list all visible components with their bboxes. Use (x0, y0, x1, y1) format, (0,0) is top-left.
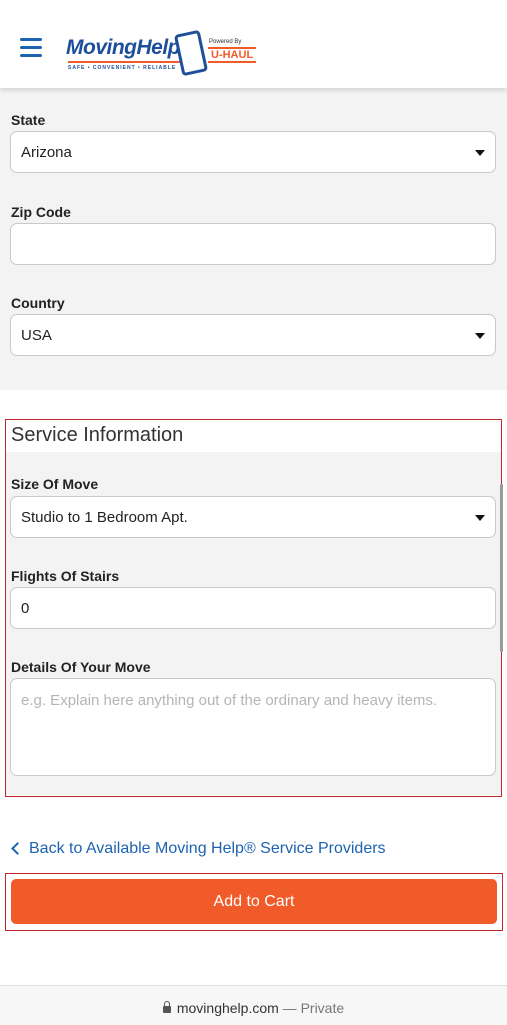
scrollbar[interactable] (500, 484, 503, 652)
chevron-down-icon (475, 333, 485, 339)
chevron-down-icon (475, 515, 485, 521)
size-of-move-label: Size Of Move (11, 476, 99, 492)
lock-icon (162, 1001, 171, 1013)
details-placeholder: e.g. Explain here anything out of the or… (21, 692, 438, 709)
country-select[interactable]: USA (10, 314, 496, 356)
flights-of-stairs-label: Flights Of Stairs (11, 568, 120, 584)
domain-text: movinghelp.com (176, 1000, 279, 1016)
phone-icon (173, 29, 209, 77)
logo-underline (68, 61, 186, 63)
chevron-left-icon[interactable] (11, 842, 24, 855)
browser-address-bar[interactable]: movinghelp.com — Private (0, 985, 507, 1025)
separator-text: — (282, 1000, 297, 1016)
state-label: State (11, 112, 46, 128)
site-header: MovingHelp SAFE • CONVENIENT • RELIABLE … (0, 0, 507, 88)
size-of-move-select[interactable]: Studio to 1 Bedroom Apt. (10, 496, 496, 538)
flights-of-stairs-value: 0 (21, 600, 30, 617)
size-of-move-value: Studio to 1 Bedroom Apt. (21, 509, 188, 526)
powered-by-text: Powered By (209, 39, 242, 45)
details-label: Details Of Your Move (11, 659, 151, 675)
zip-input[interactable] (10, 223, 496, 265)
address-content: movinghelp.com — Private (0, 1000, 507, 1016)
back-to-providers-link[interactable]: Back to Available Moving Help® Service P… (29, 840, 386, 858)
logo-text: MovingHelp (66, 36, 181, 59)
state-select[interactable]: Arizona (10, 131, 496, 173)
logo-tagline: SAFE • CONVENIENT • RELIABLE (68, 65, 177, 71)
country-label: Country (11, 295, 65, 311)
service-title: Service Information (11, 424, 184, 446)
zip-label: Zip Code (11, 204, 71, 220)
flights-of-stairs-input[interactable]: 0 (10, 587, 496, 629)
site-logo[interactable]: MovingHelp SAFE • CONVENIENT • RELIABLE … (66, 28, 266, 77)
private-mode-text: Private (300, 1000, 345, 1016)
details-textarea[interactable]: e.g. Explain here anything out of the or… (10, 678, 496, 776)
add-to-cart-button[interactable]: Add to Cart (11, 879, 497, 924)
state-select-value: Arizona (21, 144, 72, 161)
uhaul-logo: U-HAUL (208, 47, 257, 63)
menu-icon[interactable] (20, 38, 42, 58)
country-select-value: USA (21, 327, 52, 344)
chevron-down-icon (475, 150, 485, 156)
